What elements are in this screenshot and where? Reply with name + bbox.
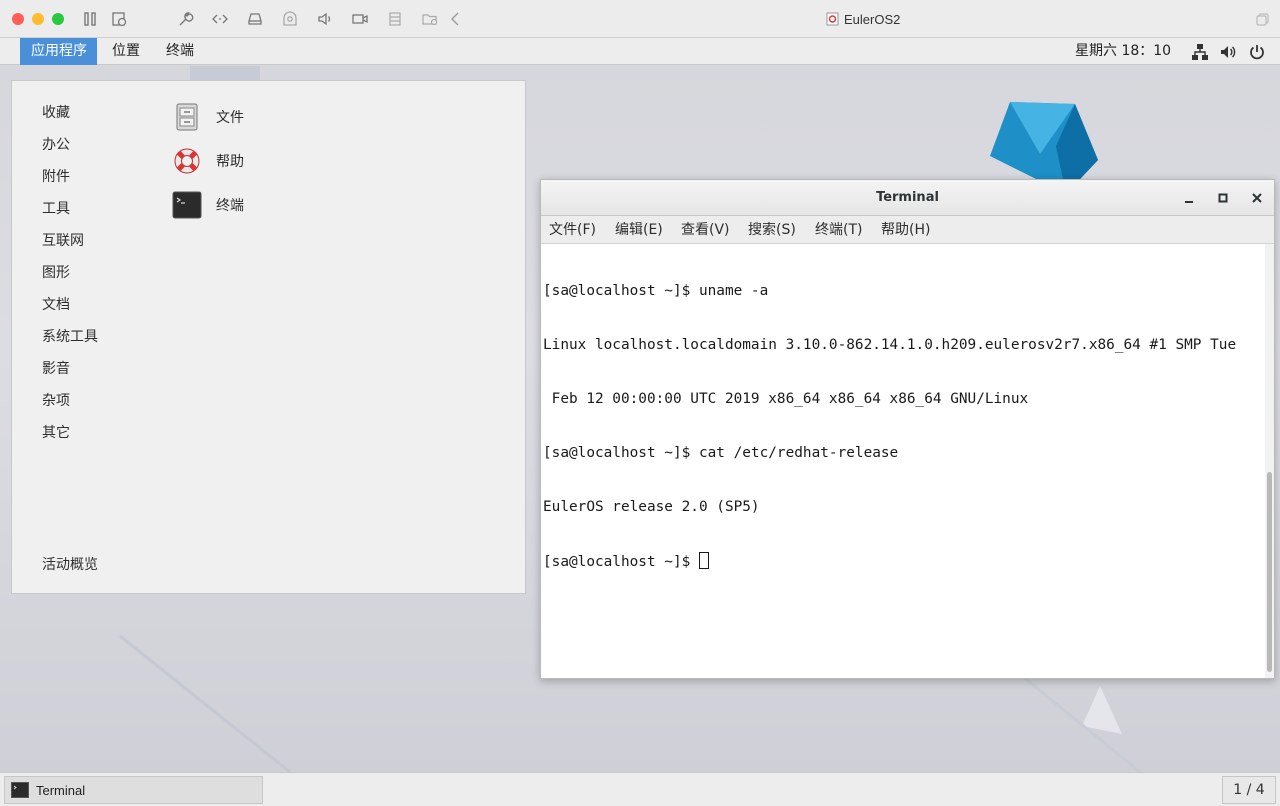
- pause-icon[interactable]: [81, 10, 99, 28]
- workspace-switcher[interactable]: 1 / 4: [1222, 776, 1276, 804]
- camera-user-icon[interactable]: [281, 10, 299, 28]
- category-internet[interactable]: 互联网: [42, 230, 84, 250]
- app-terminal[interactable]: 终端: [172, 187, 244, 223]
- category-documents[interactable]: 文档: [42, 294, 70, 314]
- terminal-menubar: 文件(F) 编辑(E) 查看(V) 搜索(S) 终端(T) 帮助(H): [541, 216, 1274, 244]
- category-system-tools[interactable]: 系统工具: [42, 326, 98, 346]
- category-utilities[interactable]: 工具: [42, 198, 70, 218]
- category-accessories[interactable]: 附件: [42, 166, 70, 186]
- terminal-line: [sa@localhost ~]$ uname -a: [543, 283, 769, 299]
- terminal-icon: [11, 782, 29, 798]
- shared-folder-icon[interactable]: [421, 10, 439, 28]
- maximize-icon: [1218, 193, 1228, 203]
- close-window-button[interactable]: [12, 13, 24, 25]
- vm-document-icon: [826, 12, 839, 26]
- vm-title: EulerOS2: [844, 11, 901, 27]
- terminal-line: Feb 12 00:00:00 UTC 2019 x86_64 x86_64 x…: [543, 391, 1029, 407]
- app-help-label: 帮助: [216, 154, 244, 170]
- applications-menu-panel: 收藏 办公 附件 工具 互联网 图形 文档 系统工具 影音 杂项 其它 文件 帮…: [11, 80, 526, 594]
- bottom-taskbar: Terminal 1 / 4: [0, 772, 1280, 806]
- clock[interactable]: 星期六 18：10: [1075, 38, 1171, 64]
- close-button[interactable]: [1247, 188, 1267, 208]
- menu-file[interactable]: 文件(F): [549, 216, 596, 244]
- app-terminal-label: 终端: [216, 198, 244, 214]
- menu-edit[interactable]: 编辑(E): [615, 216, 663, 244]
- close-icon: [1252, 193, 1262, 203]
- file-cabinet-icon: [176, 103, 198, 131]
- zoom-window-button[interactable]: [52, 13, 64, 25]
- terminal-line: Linux localhost.localdomain 3.10.0-862.1…: [543, 337, 1237, 353]
- taskbar-terminal-button[interactable]: Terminal: [4, 776, 263, 804]
- menu-help[interactable]: 帮助(H): [881, 216, 930, 244]
- terminal-prompt: [sa@localhost ~]$: [543, 554, 699, 570]
- terminal-title: Terminal: [876, 190, 939, 205]
- scrollbar-thumb[interactable]: [1267, 472, 1272, 672]
- category-office[interactable]: 办公: [42, 134, 70, 154]
- speaker-icon[interactable]: [316, 10, 334, 28]
- chevron-left-icon[interactable]: [447, 10, 465, 28]
- lifebuoy-icon: [174, 148, 200, 174]
- video-camera-icon[interactable]: [351, 10, 369, 28]
- host-window-titlebar: EulerOS2: [0, 0, 1280, 38]
- terminal-icon: [172, 191, 202, 219]
- fullscreen-icon[interactable]: [1254, 10, 1272, 28]
- category-favorites[interactable]: 收藏: [42, 102, 70, 122]
- terminal-line: EulerOS release 2.0 (SP5): [543, 499, 760, 515]
- applications-menu[interactable]: 应用程序: [20, 38, 97, 65]
- vm-title-group: EulerOS2: [826, 9, 900, 29]
- activities-overview[interactable]: 活动概览: [42, 554, 98, 574]
- terminal-scrollbar[interactable]: [1265, 244, 1274, 678]
- category-graphics[interactable]: 图形: [42, 262, 70, 282]
- minimize-icon: [1185, 201, 1193, 203]
- snapshot-icon[interactable]: [110, 10, 128, 28]
- volume-icon[interactable]: [1219, 43, 1237, 61]
- app-files[interactable]: 文件: [172, 99, 244, 135]
- menu-search[interactable]: 搜索(S): [748, 216, 796, 244]
- app-files-label: 文件: [216, 110, 244, 126]
- wrench-icon[interactable]: [176, 10, 194, 28]
- text-cursor: [698, 552, 709, 569]
- maximize-button[interactable]: [1213, 188, 1233, 208]
- terminal-output[interactable]: [sa@localhost ~]$ uname -a Linux localho…: [541, 244, 1265, 678]
- category-sound-video[interactable]: 影音: [42, 358, 70, 378]
- terminal-menu[interactable]: 终端: [156, 38, 204, 65]
- terminal-line: [sa@localhost ~]$ cat /etc/redhat-releas…: [543, 445, 899, 461]
- menu-terminal[interactable]: 终端(T): [815, 216, 862, 244]
- terminal-titlebar[interactable]: Terminal: [541, 180, 1274, 216]
- minimize-button[interactable]: [1179, 188, 1199, 208]
- places-menu[interactable]: 位置: [102, 38, 150, 65]
- terminal-window: Terminal 文件(F) 编辑(E) 查看(V) 搜索(S) 终端(T) 帮…: [540, 179, 1275, 679]
- menu-view[interactable]: 查看(V): [681, 216, 730, 244]
- gnome-top-bar: 应用程序 位置 终端 星期六 18：10: [0, 38, 1280, 65]
- category-sundry[interactable]: 杂项: [42, 390, 70, 410]
- category-other[interactable]: 其它: [42, 422, 70, 442]
- disk-drive-icon[interactable]: [246, 10, 264, 28]
- printer-icon[interactable]: [386, 10, 404, 28]
- power-icon[interactable]: [1248, 43, 1266, 61]
- code-arrows-icon[interactable]: [211, 10, 229, 28]
- network-icon[interactable]: [1191, 43, 1209, 61]
- terminal-prompt-line: [sa@localhost ~]$: [543, 552, 1265, 570]
- minimize-window-button[interactable]: [32, 13, 44, 25]
- taskbar-terminal-label: Terminal: [36, 782, 86, 798]
- app-help[interactable]: 帮助: [172, 143, 244, 179]
